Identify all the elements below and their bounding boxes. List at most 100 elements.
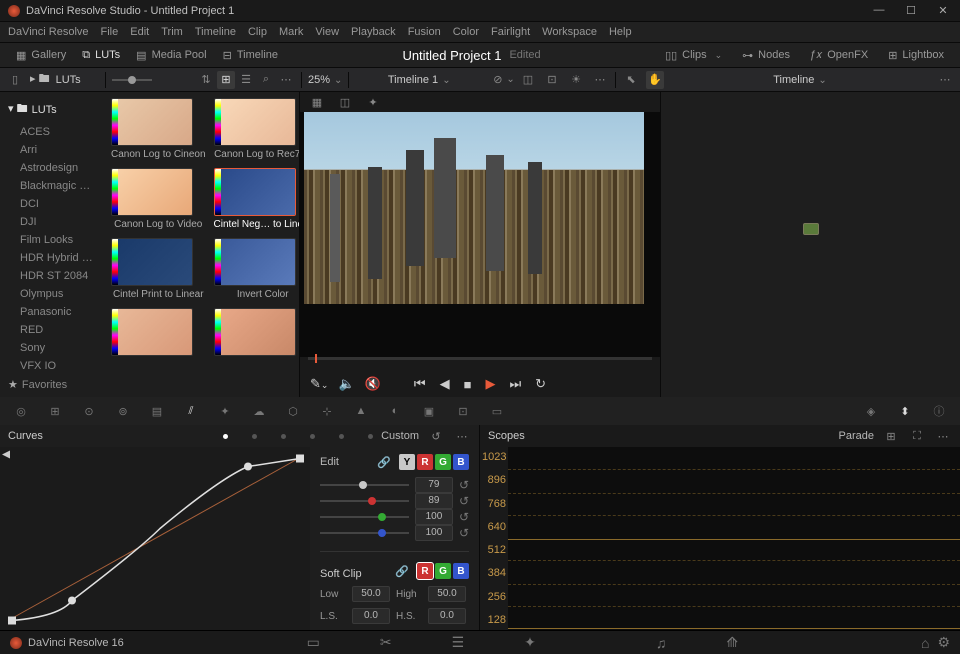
lut-category[interactable]: ACES: [0, 123, 105, 141]
grid-view-icon[interactable]: ⊞: [217, 71, 235, 89]
magic-icon[interactable]: ✦: [364, 93, 382, 111]
window-icon[interactable]: ⬡: [280, 401, 306, 421]
color-match-icon[interactable]: ⊞: [42, 401, 68, 421]
magic-mask-icon[interactable]: ▲: [348, 401, 374, 421]
slider-value[interactable]: 100: [415, 509, 453, 525]
lut-item[interactable]: Canon Log to Rec709: [214, 98, 299, 160]
panel-menu-icon[interactable]: ▯: [6, 71, 24, 89]
lut-item[interactable]: Cintel Print to Linear: [111, 238, 206, 300]
bypass-icon[interactable]: ⊘: [495, 71, 513, 89]
menu-item[interactable]: DaVinci Resolve: [8, 26, 89, 38]
page-fusion[interactable]: ✦: [524, 634, 536, 651]
menu-item[interactable]: Mark: [279, 26, 303, 38]
softclip-g[interactable]: G: [435, 563, 451, 579]
menu-item[interactable]: Timeline: [195, 26, 236, 38]
unmute-icon[interactable]: 🔈: [338, 376, 354, 392]
list-view-icon[interactable]: ☰: [237, 71, 255, 89]
link-icon[interactable]: 🔗: [393, 562, 411, 580]
expand-icon[interactable]: ⛶: [908, 427, 926, 445]
sizing-icon[interactable]: ⊡: [450, 401, 476, 421]
curves-page-dot[interactable]: [339, 434, 344, 439]
curves-graph[interactable]: [0, 447, 310, 630]
page-edit[interactable]: ☰: [452, 634, 465, 651]
menu-item[interactable]: Color: [453, 26, 479, 38]
slider-value[interactable]: 100: [415, 525, 453, 541]
high-value[interactable]: 50.0: [428, 586, 466, 602]
lut-item[interactable]: Invert Color: [214, 238, 299, 300]
close-button[interactable]: ✕: [934, 4, 952, 17]
timeline-dropdown[interactable]: Timeline 1: [388, 74, 451, 86]
lut-category[interactable]: DJI: [0, 213, 105, 231]
rgb-mixer-icon[interactable]: ▤: [144, 401, 170, 421]
lut-category[interactable]: Film Looks: [0, 231, 105, 249]
scope-settings-icon[interactable]: ⊞: [882, 427, 900, 445]
menu-item[interactable]: Edit: [130, 26, 149, 38]
curves-page-dot[interactable]: [310, 434, 315, 439]
lut-category[interactable]: VFX IO: [0, 357, 105, 375]
3d-icon[interactable]: ▭: [484, 401, 510, 421]
lut-category[interactable]: HDR ST 2084: [0, 267, 105, 285]
camera-raw-icon[interactable]: ◎: [8, 401, 34, 421]
crop-icon[interactable]: ◫: [336, 93, 354, 111]
softclip-b[interactable]: B: [453, 563, 469, 579]
cursor-icon[interactable]: ⬉: [622, 71, 640, 89]
lut-category[interactable]: Blackmagic Design: [0, 177, 105, 195]
channel-b[interactable]: B: [453, 454, 469, 470]
eyedropper-icon[interactable]: ✎⌄: [310, 376, 328, 392]
curves-page-dot[interactable]: [252, 434, 257, 439]
zoom-dropdown[interactable]: 25%: [308, 74, 342, 86]
reset-icon[interactable]: ↺: [459, 510, 469, 524]
settings-icon[interactable]: ⚙: [937, 634, 950, 651]
menu-item[interactable]: Trim: [161, 26, 183, 38]
menu-item[interactable]: Fusion: [408, 26, 441, 38]
tab-luts[interactable]: ⧉LUTs: [74, 43, 128, 67]
node-editor[interactable]: [660, 92, 960, 397]
channel-r[interactable]: R: [417, 454, 433, 470]
maximize-button[interactable]: ☐: [902, 4, 920, 17]
lut-category[interactable]: Sony: [0, 339, 105, 357]
info-icon[interactable]: ⓘ: [926, 401, 952, 421]
lut-category[interactable]: Arri: [0, 141, 105, 159]
lut-category[interactable]: Astrodesign: [0, 159, 105, 177]
tab-nodes[interactable]: ⊶Nodes: [734, 49, 798, 62]
lut-item[interactable]: [214, 308, 299, 359]
page-deliver[interactable]: ⟰: [726, 634, 738, 651]
tab-timeline[interactable]: ⊟Timeline: [215, 43, 286, 67]
slider-track[interactable]: [320, 532, 409, 534]
stop-icon[interactable]: ■: [464, 377, 472, 392]
slider-track[interactable]: [320, 500, 409, 502]
prev-clip-icon[interactable]: ⏮: [414, 376, 426, 392]
reset-icon[interactable]: ↺: [459, 494, 469, 508]
ls-value[interactable]: 0.0: [352, 608, 390, 624]
page-media[interactable]: ▭: [307, 634, 320, 651]
curves-page-dot[interactable]: [223, 434, 228, 439]
split-icon[interactable]: ⊡: [543, 71, 561, 89]
menu-item[interactable]: Clip: [248, 26, 267, 38]
wheels-icon[interactable]: ⊙: [76, 401, 102, 421]
scopes-icon[interactable]: ⬍: [892, 401, 918, 421]
more-icon[interactable]: ⋯: [934, 427, 952, 445]
lut-item[interactable]: [111, 308, 206, 359]
menu-item[interactable]: File: [101, 26, 119, 38]
lut-category[interactable]: HDR Hybrid Log-…: [0, 249, 105, 267]
lut-item[interactable]: Canon Log to Cineon: [111, 98, 206, 160]
reset-icon[interactable]: ↺: [459, 478, 469, 492]
tab-clips[interactable]: ▯▯Clips: [657, 49, 730, 62]
low-value[interactable]: 50.0: [352, 586, 390, 602]
qualifier-icon[interactable]: ☁: [246, 401, 272, 421]
tracker-icon[interactable]: ⊹: [314, 401, 340, 421]
loop-icon[interactable]: ↻: [535, 376, 546, 392]
tab-mediapool[interactable]: ▤Media Pool: [128, 43, 214, 67]
link-icon[interactable]: 🔗: [375, 453, 393, 471]
menu-item[interactable]: View: [315, 26, 339, 38]
tab-lightbox[interactable]: ⊞Lightbox: [880, 49, 952, 62]
keyframe-icon[interactable]: ◈: [858, 401, 884, 421]
scrubber[interactable]: [300, 357, 660, 371]
nodes-timeline-dropdown[interactable]: Timeline: [773, 74, 827, 86]
key-icon[interactable]: ▣: [416, 401, 442, 421]
more-icon[interactable]: ⋯: [591, 71, 609, 89]
hs-value[interactable]: 0.0: [428, 608, 466, 624]
blur-icon[interactable]: ◐: [382, 401, 408, 421]
mute-icon[interactable]: 🔇: [365, 376, 381, 392]
page-cut[interactable]: ✂: [380, 634, 392, 651]
